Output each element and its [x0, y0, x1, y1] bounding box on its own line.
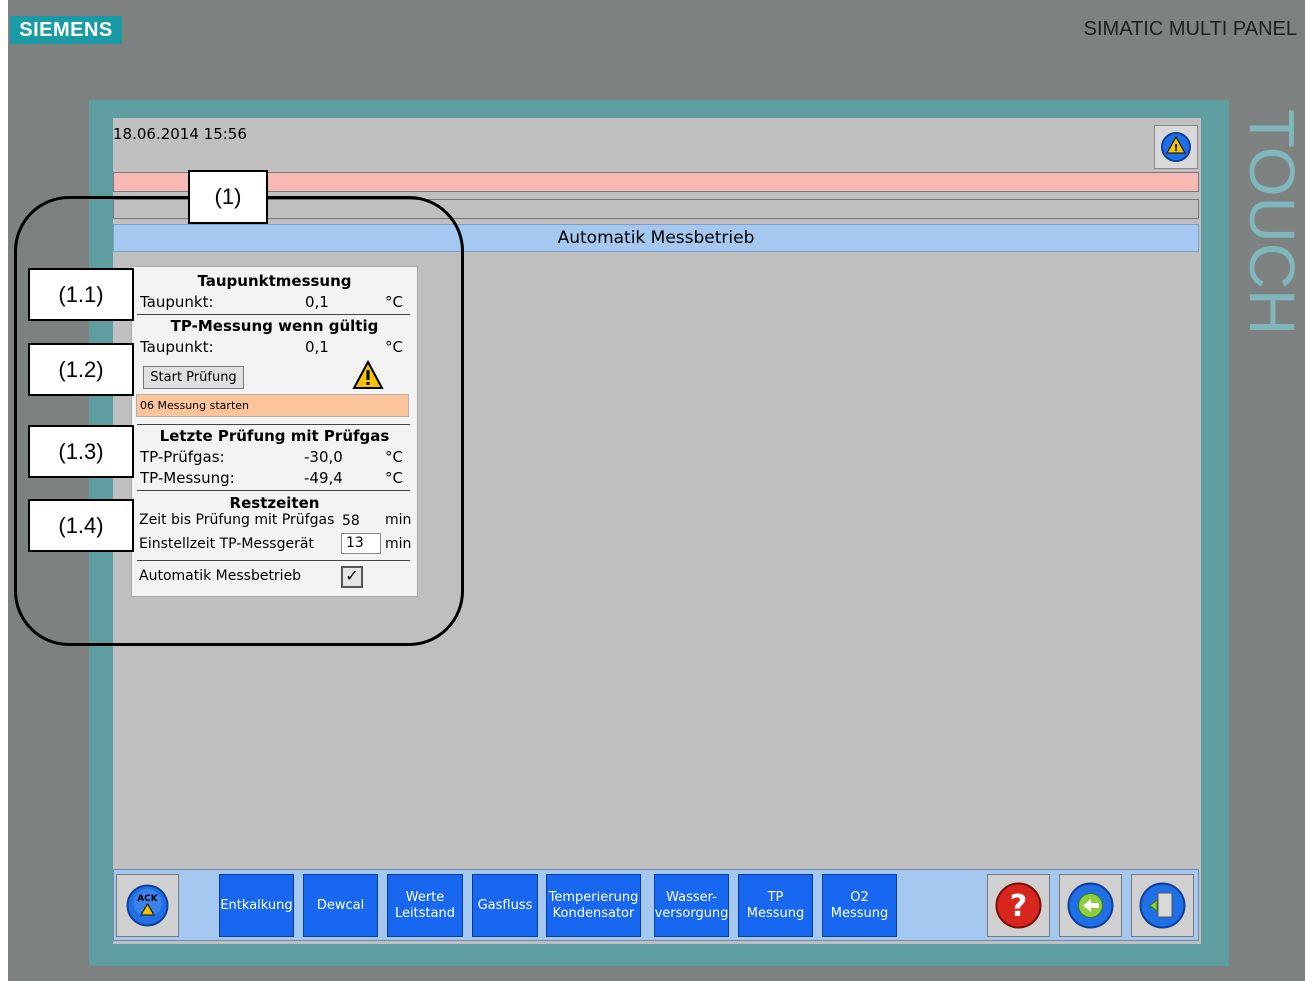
- annotation-label-1-2: (1.2): [28, 343, 134, 396]
- annotation-label-1: (1): [188, 170, 268, 224]
- annotation-label-1-1: (1.1): [28, 268, 134, 321]
- nav-button-temperierung[interactable]: Temperierung Kondensator: [546, 874, 641, 937]
- nav-button-o2-messung[interactable]: O2 Messung: [822, 874, 897, 937]
- siemens-logo: SIEMENS: [10, 16, 122, 44]
- alarm-window-button[interactable]: !: [1154, 125, 1198, 169]
- date-time: 18.06.2014 15:56: [113, 125, 247, 143]
- touch-label: TOUCH: [1236, 109, 1302, 335]
- nav-button-dewcal[interactable]: Dewcal: [303, 874, 378, 937]
- svg-text:?: ?: [1010, 889, 1027, 924]
- help-icon: ?: [995, 882, 1042, 929]
- nav-button-wasserversorgung[interactable]: Wasser-versorgung: [654, 874, 729, 937]
- help-button[interactable]: ?: [987, 874, 1050, 937]
- back-button[interactable]: [1059, 874, 1122, 937]
- svg-text:!: !: [1174, 143, 1179, 154]
- svg-text:TOUCH: TOUCH: [1236, 109, 1302, 335]
- annotation-outline: [14, 196, 464, 646]
- alarm-line[interactable]: [113, 172, 1199, 192]
- nav-button-werte-leitstand[interactable]: Werte Leitstand: [387, 874, 463, 937]
- exit-door-icon: [1139, 882, 1186, 929]
- panel-model-label: SIMATIC MULTI PANEL: [1083, 18, 1297, 40]
- exit-button[interactable]: [1131, 874, 1194, 937]
- back-arrow-icon: [1067, 882, 1114, 929]
- ack-button[interactable]: ACK: [116, 874, 179, 937]
- alarm-icon: !: [1161, 132, 1191, 162]
- nav-button-gasfluss[interactable]: Gasfluss: [472, 874, 538, 937]
- svg-text:ACK: ACK: [137, 894, 159, 904]
- nav-button-tp-messung[interactable]: TP Messung: [738, 874, 813, 937]
- ack-icon: ACK: [126, 884, 169, 927]
- annotation-label-1-3: (1.3): [28, 425, 134, 478]
- nav-button-entkalkung[interactable]: Entkalkung: [219, 874, 294, 937]
- annotation-label-1-4: (1.4): [28, 499, 134, 552]
